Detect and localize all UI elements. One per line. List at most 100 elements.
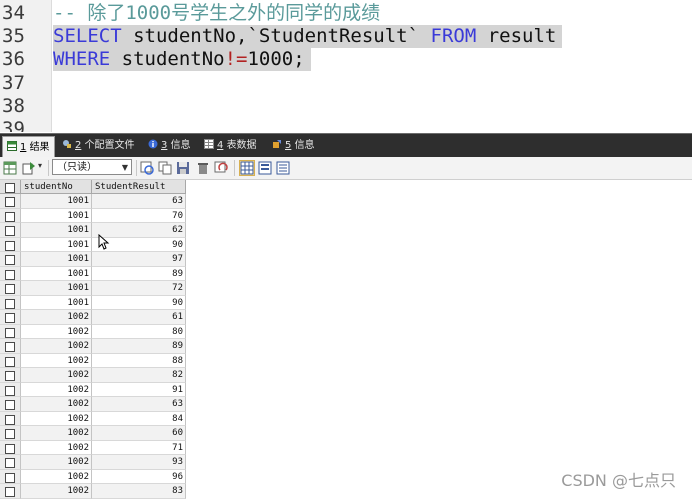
cell-studentno[interactable]: 1001 — [21, 223, 92, 238]
save-icon[interactable] — [176, 161, 190, 175]
cell-studentresult[interactable]: 88 — [92, 353, 186, 368]
row-selector[interactable] — [0, 237, 21, 252]
cell-studentresult[interactable]: 80 — [92, 324, 186, 339]
cell-studentno[interactable]: 1001 — [21, 281, 92, 296]
row-checkbox[interactable] — [5, 255, 15, 265]
cell-studentno[interactable]: 1002 — [21, 368, 92, 383]
cell-studentresult[interactable]: 63 — [92, 397, 186, 412]
table-row[interactable]: 1002 82 — [0, 368, 186, 383]
cell-studentno[interactable]: 1002 — [21, 426, 92, 441]
row-checkbox[interactable] — [5, 400, 15, 410]
row-selector[interactable] — [0, 310, 21, 325]
cell-studentno[interactable]: 1002 — [21, 455, 92, 470]
row-selector[interactable] — [0, 208, 21, 223]
cell-studentno[interactable]: 1001 — [21, 208, 92, 223]
table-row[interactable]: 1002 63 — [0, 397, 186, 412]
row-selector[interactable] — [0, 353, 21, 368]
cell-studentno[interactable]: 1001 — [21, 266, 92, 281]
table-row[interactable]: 1002 61 — [0, 310, 186, 325]
row-selector[interactable] — [0, 469, 21, 484]
row-selector[interactable] — [0, 324, 21, 339]
row-selector[interactable] — [0, 382, 21, 397]
cell-studentno[interactable]: 1002 — [21, 469, 92, 484]
row-checkbox[interactable] — [5, 197, 15, 207]
refresh-icon[interactable] — [140, 161, 154, 175]
cell-studentresult[interactable]: 89 — [92, 339, 186, 354]
cell-studentresult[interactable]: 70 — [92, 208, 186, 223]
cell-studentresult[interactable]: 83 — [92, 484, 186, 499]
select-all-header[interactable] — [0, 180, 21, 194]
row-checkbox[interactable] — [5, 356, 15, 367]
row-selector[interactable] — [0, 484, 21, 499]
row-checkbox[interactable] — [5, 371, 15, 381]
table-row[interactable]: 1002 71 — [0, 440, 186, 455]
row-selector[interactable] — [0, 411, 21, 426]
cell-studentresult[interactable]: 90 — [92, 295, 186, 310]
code-line-where[interactable]: WHERE studentNo!=1000; — [53, 48, 311, 71]
row-checkbox[interactable] — [5, 443, 15, 454]
row-selector[interactable] — [0, 194, 21, 209]
row-checkbox[interactable] — [5, 342, 15, 352]
form-mode-icon[interactable] — [258, 161, 272, 175]
row-selector[interactable] — [0, 397, 21, 412]
table-row[interactable]: 1001 72 — [0, 281, 186, 296]
tab-table-data[interactable]: 4 表数据 — [204, 137, 257, 155]
table-row[interactable]: 1001 90 — [0, 237, 186, 252]
row-checkbox[interactable] — [5, 269, 15, 280]
row-checkbox[interactable] — [5, 385, 15, 396]
row-checkbox[interactable] — [5, 327, 15, 338]
row-selector[interactable] — [0, 223, 21, 238]
row-selector[interactable] — [0, 440, 21, 455]
grid-view-icon[interactable] — [3, 161, 17, 175]
cell-studentno[interactable]: 1001 — [21, 295, 92, 310]
cell-studentno[interactable]: 1002 — [21, 411, 92, 426]
grid-mode-icon[interactable] — [239, 160, 255, 176]
cell-studentno[interactable]: 1002 — [21, 397, 92, 412]
row-selector[interactable] — [0, 339, 21, 354]
cell-studentresult[interactable]: 97 — [92, 252, 186, 267]
row-selector[interactable] — [0, 455, 21, 470]
cell-studentno[interactable]: 1002 — [21, 382, 92, 397]
cell-studentno[interactable]: 1002 — [21, 353, 92, 368]
cell-studentresult[interactable]: 63 — [92, 194, 186, 209]
tab-info[interactable]: 3 信息 — [148, 137, 191, 155]
cell-studentresult[interactable]: 91 — [92, 382, 186, 397]
row-checkbox[interactable] — [5, 313, 15, 323]
table-row[interactable]: 1001 70 — [0, 208, 186, 223]
export-icon[interactable] — [22, 161, 36, 175]
mode-select[interactable]: （只读） ▼ — [52, 159, 132, 175]
row-checkbox[interactable] — [5, 472, 15, 483]
column-header-studentresult[interactable]: StudentResult — [92, 180, 186, 194]
tab-results[interactable]: 1 结果 — [2, 136, 55, 158]
table-row[interactable]: 1001 63 — [0, 194, 186, 209]
table-row[interactable]: 1002 88 — [0, 353, 186, 368]
table-row[interactable]: 1001 89 — [0, 266, 186, 281]
row-checkbox[interactable] — [5, 211, 15, 222]
column-header-studentno[interactable]: studentNo — [21, 180, 92, 194]
row-selector[interactable] — [0, 281, 21, 296]
chevron-down-icon[interactable]: ▾ — [38, 161, 42, 170]
cell-studentno[interactable]: 1001 — [21, 194, 92, 209]
table-row[interactable]: 1001 62 — [0, 223, 186, 238]
table-row[interactable]: 1002 96 — [0, 469, 186, 484]
table-row[interactable]: 1001 90 — [0, 295, 186, 310]
row-checkbox[interactable] — [5, 284, 15, 294]
copy-icon[interactable] — [158, 161, 172, 175]
row-checkbox[interactable] — [5, 240, 15, 251]
cell-studentresult[interactable]: 84 — [92, 411, 186, 426]
table-row[interactable]: 1002 84 — [0, 411, 186, 426]
row-checkbox[interactable] — [5, 298, 15, 309]
row-selector[interactable] — [0, 295, 21, 310]
cell-studentresult[interactable]: 72 — [92, 281, 186, 296]
select-all-checkbox[interactable] — [5, 183, 15, 193]
cell-studentresult[interactable]: 82 — [92, 368, 186, 383]
revert-icon[interactable] — [214, 161, 228, 175]
row-selector[interactable] — [0, 368, 21, 383]
cell-studentresult[interactable]: 71 — [92, 440, 186, 455]
tab-info-2[interactable]: 5 信息 — [272, 137, 315, 155]
code-line-select[interactable]: SELECT studentNo,`StudentResult` FROM re… — [53, 25, 563, 48]
text-mode-icon[interactable] — [276, 161, 290, 175]
tab-profile[interactable]: 2 个配置文件 — [62, 137, 135, 155]
row-selector[interactable] — [0, 252, 21, 267]
cell-studentno[interactable]: 1002 — [21, 324, 92, 339]
